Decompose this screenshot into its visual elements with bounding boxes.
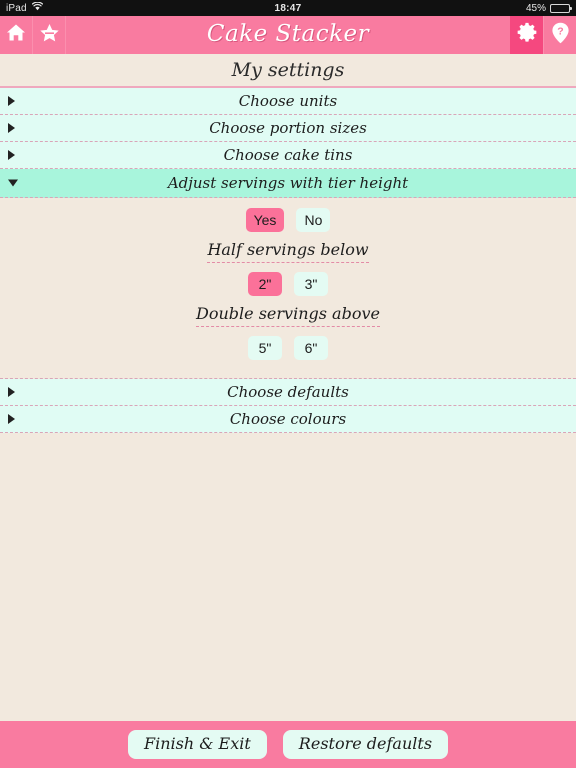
star-icon [39, 23, 60, 48]
sidebar-item-choose-defaults[interactable]: Choose defaults [0, 379, 576, 406]
section-label: Choose colours [229, 410, 347, 428]
settings-list: Choose units Choose portion sizes Choose… [0, 88, 576, 721]
section-label: Choose units [238, 92, 338, 110]
gear-icon [516, 22, 538, 49]
svg-text:?: ? [557, 25, 563, 37]
sidebar-item-choose-portion-sizes[interactable]: Choose portion sizes [0, 115, 576, 142]
restore-defaults-button[interactable]: Restore defaults [282, 730, 449, 759]
half-servings-option-3in[interactable]: 3" [294, 272, 328, 296]
enable-toggle-group: Yes No [0, 208, 576, 232]
battery-icon [550, 3, 572, 13]
half-servings-option-2in[interactable]: 2" [248, 272, 282, 296]
chevron-right-icon [8, 387, 15, 397]
status-bar: iPad 18:47 45% [0, 0, 576, 16]
finish-and-exit-button[interactable]: Finish & Exit [127, 730, 267, 759]
enable-option-yes[interactable]: Yes [245, 208, 285, 232]
double-servings-option-group: 5" 6" [0, 336, 576, 360]
bottom-toolbar: Finish & Exit Restore defaults [0, 721, 576, 768]
status-bar-left: iPad [6, 1, 43, 14]
sidebar-item-adjust-servings-with-tier-height[interactable]: Adjust servings with tier height [0, 169, 576, 198]
double-servings-option-5in[interactable]: 5" [248, 336, 282, 360]
wifi-icon [31, 1, 43, 14]
chevron-right-icon [8, 414, 15, 424]
page-title: My settings [0, 54, 576, 88]
sidebar-item-choose-units[interactable]: Choose units [0, 88, 576, 115]
chevron-down-icon [8, 179, 18, 187]
chevron-right-icon [8, 123, 15, 133]
chevron-right-icon [8, 150, 15, 160]
top-toolbar: Cake Stacker ? [0, 16, 576, 54]
half-servings-label-text: Half servings below [207, 240, 369, 263]
section-label: Choose cake tins [223, 146, 353, 164]
tier-height-panel: Yes No Half servings below 2" 3" Double … [0, 198, 576, 379]
favourites-button[interactable] [33, 16, 66, 54]
help-button[interactable]: ? [543, 16, 576, 54]
carrier-label: iPad [6, 2, 27, 14]
enable-option-no[interactable]: No [296, 208, 331, 232]
home-icon [6, 23, 26, 47]
settings-button[interactable] [510, 16, 543, 54]
chevron-right-icon [8, 96, 15, 106]
home-button[interactable] [0, 16, 33, 54]
sidebar-item-choose-colours[interactable]: Choose colours [0, 406, 576, 433]
app-window: iPad 18:47 45% Cake Stacker ? My setting… [0, 0, 576, 768]
app-title: Cake Stacker [206, 21, 370, 47]
double-servings-option-6in[interactable]: 6" [294, 336, 328, 360]
double-servings-label: Double servings above [0, 304, 576, 327]
half-servings-option-group: 2" 3" [0, 272, 576, 296]
sidebar-item-choose-cake-tins[interactable]: Choose cake tins [0, 142, 576, 169]
section-label: Choose defaults [227, 383, 349, 401]
status-bar-clock: 18:47 [274, 2, 302, 14]
double-servings-label-text: Double servings above [196, 304, 380, 327]
battery-percent-label: 45% [525, 2, 546, 14]
section-label: Choose portion sizes [209, 119, 367, 137]
status-bar-right: 45% [525, 2, 572, 14]
content-empty-space [0, 433, 576, 721]
toolbar-right-group: ? [510, 16, 576, 54]
help-pin-icon: ? [551, 22, 570, 49]
section-label: Adjust servings with tier height [167, 174, 409, 192]
half-servings-label: Half servings below [0, 240, 576, 263]
